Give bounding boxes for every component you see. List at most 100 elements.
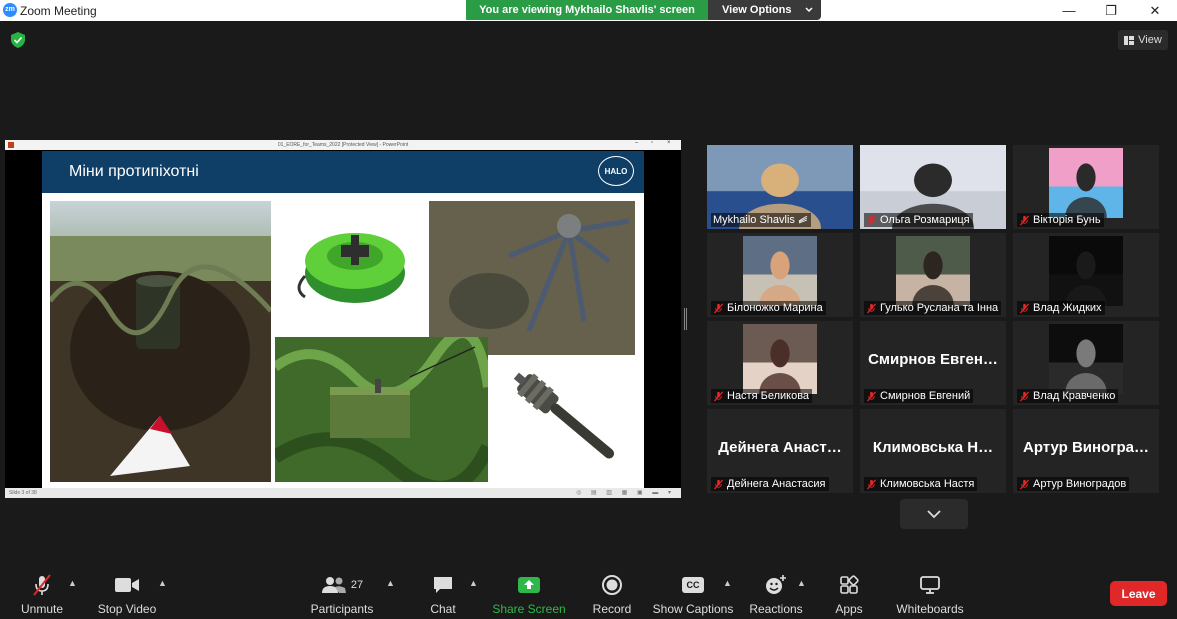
participant-name: Климовська Настя bbox=[880, 478, 975, 490]
chat-label: Chat bbox=[430, 602, 456, 616]
microphone-muted-icon bbox=[866, 391, 877, 401]
zoom-app-icon: zm bbox=[3, 3, 17, 17]
tripwire-mine-photo bbox=[429, 201, 635, 355]
slide-title: Міни протипіхотні bbox=[69, 163, 199, 180]
participant-tile[interactable]: Настя Беликова bbox=[707, 321, 853, 405]
participant-display-name: Смирнов Евген… bbox=[868, 351, 998, 368]
smiley-plus-icon bbox=[766, 575, 786, 594]
participant-name: Влад Жидких bbox=[1033, 302, 1102, 314]
audio-level-icon bbox=[798, 216, 808, 224]
whiteboard-icon bbox=[920, 576, 940, 594]
stake-mine-photo bbox=[489, 357, 639, 482]
captions-options-caret[interactable]: ▲ bbox=[723, 578, 732, 588]
record-button[interactable]: Record bbox=[592, 572, 632, 616]
microphone-muted-icon bbox=[866, 215, 877, 225]
participant-display-name: Дейнега Анаст… bbox=[718, 439, 842, 456]
whiteboards-button[interactable]: Whiteboards bbox=[895, 572, 965, 616]
share-screen-label: Share Screen bbox=[492, 602, 566, 616]
close-button[interactable]: ✕ bbox=[1133, 0, 1177, 21]
participant-display-name: Артур Виногра… bbox=[1022, 439, 1150, 456]
maximize-button[interactable]: ❐ bbox=[1089, 0, 1133, 21]
participant-tile[interactable]: Ольга Розмариця bbox=[860, 145, 1006, 229]
participant-name: Вікторія Бунь bbox=[1033, 214, 1101, 226]
powerpoint-icon bbox=[8, 142, 14, 148]
stop-video-button[interactable]: Stop Video bbox=[96, 572, 158, 616]
participant-name: Смирнов Евгений bbox=[880, 390, 971, 402]
view-options-button[interactable]: View Options bbox=[708, 0, 821, 20]
share-screen-icon bbox=[518, 577, 540, 593]
participant-name: Mykhailo Shavlis bbox=[713, 214, 795, 226]
participant-name: Гулько Руслана та Інна bbox=[880, 302, 999, 314]
video-options-caret[interactable]: ▲ bbox=[158, 578, 167, 588]
slide-number: Slide 3 of 38 bbox=[9, 490, 37, 496]
ppt-close-icon: × bbox=[667, 140, 671, 146]
participant-name-bar: Климовська Настя bbox=[864, 477, 978, 491]
participant-video bbox=[1049, 324, 1123, 394]
apps-icon bbox=[840, 575, 859, 594]
participant-video bbox=[743, 324, 817, 394]
window-title: Zoom Meeting bbox=[20, 4, 97, 18]
split-resize-handle[interactable] bbox=[684, 308, 687, 330]
audio-options-caret[interactable]: ▲ bbox=[68, 578, 77, 588]
share-screen-button[interactable]: Share Screen bbox=[492, 572, 566, 616]
record-icon bbox=[602, 575, 622, 595]
whiteboards-label: Whiteboards bbox=[896, 602, 964, 616]
participants-options-caret[interactable]: ▲ bbox=[386, 578, 395, 588]
participant-name: Влад Кравченко bbox=[1033, 390, 1116, 402]
reactions-options-caret[interactable]: ▲ bbox=[797, 578, 806, 588]
mine-in-vegetation-photo bbox=[275, 337, 488, 482]
chat-button[interactable]: Chat bbox=[428, 572, 458, 616]
minimize-button[interactable]: — bbox=[1047, 0, 1091, 21]
participant-tile[interactable]: Влад Жидких bbox=[1013, 233, 1159, 317]
shared-screen[interactable]: 01_EORE_for_Teams_2022 [Protected View] … bbox=[5, 140, 681, 498]
participant-tile[interactable]: Mykhailo Shavlis bbox=[707, 145, 853, 229]
viewing-screen-banner: You are viewing Mykhailo Shavlis' screen bbox=[466, 0, 708, 20]
participant-name-bar: Ольга Розмариця bbox=[864, 213, 973, 227]
chevron-down-icon bbox=[805, 7, 814, 13]
unmute-button[interactable]: Unmute bbox=[18, 572, 66, 616]
participant-tile[interactable]: Вікторія Бунь bbox=[1013, 145, 1159, 229]
mine-in-grass-photo bbox=[50, 201, 271, 482]
leave-button[interactable]: Leave bbox=[1110, 581, 1167, 606]
participant-tile[interactable]: Артур Виногра… Артур Виноградов bbox=[1013, 409, 1159, 493]
chat-bubble-icon bbox=[434, 577, 452, 593]
show-captions-button[interactable]: CC Show Captions bbox=[652, 572, 734, 616]
participant-name-bar: Влад Жидких bbox=[1017, 301, 1105, 315]
participant-name-bar: Вікторія Бунь bbox=[1017, 213, 1104, 227]
participant-name: Настя Беликова bbox=[727, 390, 810, 402]
participant-name-bar: Білоножко Марина bbox=[711, 301, 826, 315]
participant-name-bar: Гулько Руслана та Інна bbox=[864, 301, 1002, 315]
view-options-label: View Options bbox=[722, 4, 792, 16]
participant-tile[interactable]: Білоножко Марина bbox=[707, 233, 853, 317]
participant-video bbox=[743, 236, 817, 306]
powerpoint-statusbar: Slide 3 of 38 ◎ ▤ ▥ ▦ ▣ ▬ ▾ bbox=[5, 488, 681, 498]
participants-label: Participants bbox=[310, 602, 374, 616]
ppt-restore-icon: ▫ bbox=[651, 140, 654, 146]
participant-tile[interactable]: Смирнов Евген… Смирнов Евгений bbox=[860, 321, 1006, 405]
participant-tile[interactable]: Влад Кравченко bbox=[1013, 321, 1159, 405]
show-captions-label: Show Captions bbox=[652, 602, 734, 616]
participant-display-name: Климовська Н… bbox=[872, 439, 994, 456]
view-layout-button[interactable]: View bbox=[1118, 30, 1168, 50]
green-mine-photo bbox=[275, 201, 428, 336]
participant-name-bar: Смирнов Евгений bbox=[864, 389, 974, 403]
microphone-muted-icon bbox=[1019, 303, 1030, 313]
encryption-shield-icon[interactable] bbox=[11, 32, 25, 48]
participant-tile[interactable]: Дейнега Анаст… Дейнега Анастасия bbox=[707, 409, 853, 493]
ppt-minimize-icon: – bbox=[635, 140, 639, 146]
apps-button[interactable]: Apps bbox=[834, 572, 864, 616]
video-camera-icon bbox=[115, 578, 139, 592]
participant-name: Дейнега Анастасия bbox=[727, 478, 826, 490]
participant-name: Ольга Розмариця bbox=[880, 214, 970, 226]
participants-count: 27 bbox=[350, 579, 364, 591]
participants-icon bbox=[321, 577, 346, 593]
participant-tile[interactable]: Климовська Н… Климовська Настя bbox=[860, 409, 1006, 493]
chat-options-caret[interactable]: ▲ bbox=[469, 578, 478, 588]
participants-button[interactable]: 27 Participants bbox=[310, 572, 374, 616]
participant-tile[interactable]: Гулько Руслана та Інна bbox=[860, 233, 1006, 317]
gallery-next-page-button[interactable] bbox=[900, 499, 968, 529]
chevron-down-icon bbox=[927, 509, 941, 518]
reactions-button[interactable]: Reactions bbox=[749, 572, 803, 616]
closed-captions-icon: CC bbox=[682, 577, 704, 593]
participant-name-bar: Mykhailo Shavlis bbox=[711, 213, 811, 227]
